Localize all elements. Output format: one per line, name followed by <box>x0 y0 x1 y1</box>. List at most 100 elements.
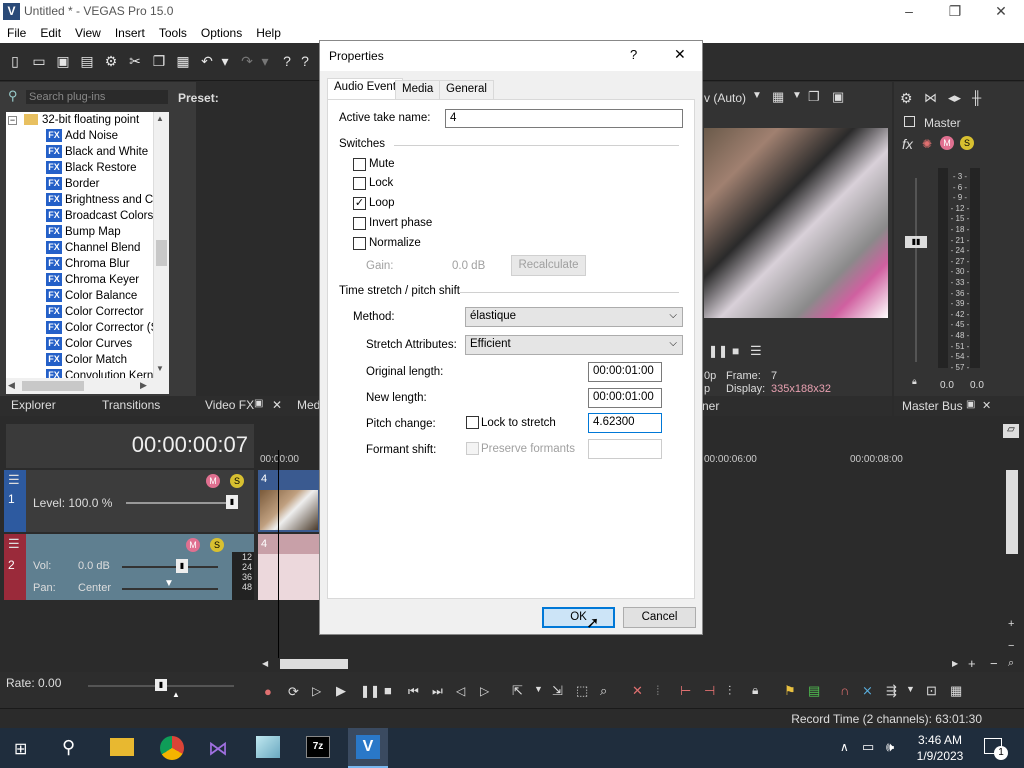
list-item[interactable]: FX Color Balance <box>46 288 137 304</box>
event-fx-icon[interactable]: ▦ <box>950 683 962 699</box>
scroll-thumb[interactable] <box>156 240 167 266</box>
timeline-hscroll[interactable]: ◀ ▶ <box>262 658 962 670</box>
chevron-down-icon[interactable]: ▼ <box>906 684 915 694</box>
tree-horizontal-scrollbar[interactable]: ◀ ▶ <box>6 378 169 394</box>
menu-edit[interactable]: Edit <box>33 23 68 40</box>
help-pointer-icon[interactable]: ? <box>278 52 296 70</box>
list-item[interactable]: FX Chroma Blur <box>46 256 130 272</box>
trim-end-icon[interactable]: ⊣ <box>704 683 715 699</box>
video-event-clip[interactable]: 4 <box>258 470 320 532</box>
stretch-attributes-select[interactable]: Efficient ⌵ <box>465 335 683 355</box>
clock[interactable]: 3:46 AM 1/9/2023 <box>910 732 970 764</box>
mute-checkbox[interactable] <box>353 158 366 171</box>
tab-maximize-icon[interactable]: ▣ <box>254 398 263 409</box>
ripple-edit-icon[interactable]: ⇶ <box>886 683 897 699</box>
lock-icon[interactable]: 🔒︎ <box>752 683 758 698</box>
solo-icon[interactable]: S <box>210 538 224 552</box>
playhead-cursor[interactable] <box>278 450 279 670</box>
menu-tools[interactable]: Tools <box>152 23 194 40</box>
whats-this-icon[interactable]: ? <box>296 52 314 70</box>
marker-bar-icon[interactable]: ▱ <box>1003 424 1019 438</box>
chevron-down-icon[interactable]: ▼ <box>752 90 762 101</box>
tab-general[interactable]: General <box>439 80 494 100</box>
tab-audio-event[interactable]: Audio Event <box>327 78 404 100</box>
menu-help[interactable]: Help <box>249 23 288 40</box>
vegas-taskbar-button[interactable]: V <box>348 728 388 768</box>
invert-phase-checkbox[interactable] <box>353 217 366 230</box>
zoom-out-horizontal-icon[interactable]: − <box>990 656 998 671</box>
audio-track[interactable]: ☰ 2 M S Vol: 0.0 dB ▮ Pan: Center ▼ <box>4 534 254 600</box>
7zip-icon[interactable]: 7z <box>306 736 330 758</box>
video-track[interactable]: ☰ 1 M S Level: 100.0 % ▮ <box>4 470 254 532</box>
track-menu-icon[interactable]: ☰ <box>8 536 20 552</box>
normalize-checkbox[interactable] <box>353 237 366 250</box>
close-window-button[interactable]: ✕ <box>978 0 1024 23</box>
menu-insert[interactable]: Insert <box>108 23 152 40</box>
scroll-left-icon[interactable]: ◀ <box>8 380 15 391</box>
file-explorer-icon[interactable] <box>110 738 134 756</box>
level-slider-track[interactable] <box>126 502 234 504</box>
lock-icon[interactable]: 🔒︎ <box>912 376 917 387</box>
list-item[interactable]: FX Broadcast Colors <box>46 208 153 224</box>
next-frame-icon[interactable]: ▷ <box>480 684 489 698</box>
pitch-change-input[interactable]: 4.62300 <box>588 413 662 433</box>
master-checkbox[interactable] <box>904 116 915 127</box>
list-item[interactable]: FX Black and White <box>46 144 148 160</box>
timeline-vscroll-thumb[interactable] <box>1006 470 1018 554</box>
list-item[interactable]: FX Add Noise <box>46 128 118 144</box>
mute-icon[interactable]: M <box>206 474 220 488</box>
list-item[interactable]: FX Brightness and Co <box>46 192 160 208</box>
tab-close-icon[interactable]: ✕ <box>272 398 282 412</box>
list-item[interactable]: FX Bump Map <box>46 224 121 240</box>
snapping-icon[interactable]: ∩ <box>840 683 849 698</box>
scroll-left-icon[interactable]: ◀ <box>262 659 268 668</box>
automation-icon[interactable]: ✺ <box>922 137 932 151</box>
paste-icon[interactable]: ▦ <box>174 52 192 70</box>
scroll-right-icon[interactable]: ▶ <box>952 659 958 668</box>
cut-icon[interactable]: ✂ <box>126 52 144 70</box>
record-icon[interactable]: ● <box>264 684 272 699</box>
previous-frame-icon[interactable]: ◁ <box>456 684 465 698</box>
mixer-settings-icon[interactable]: ╫ <box>972 90 981 105</box>
track-menu-icon[interactable]: ☰ <box>8 472 20 488</box>
list-item[interactable]: FX Convolution Kerne <box>46 368 160 378</box>
play-icon[interactable]: ▶ <box>336 683 346 699</box>
audio-event-clip[interactable]: 4 <box>258 534 320 600</box>
scroll-up-icon[interactable]: ▲ <box>156 114 164 123</box>
list-item[interactable]: FX Chroma Keyer <box>46 272 139 288</box>
copy-snapshot-icon[interactable]: ❐ <box>808 89 820 105</box>
tab-master-bus[interactable]: Master Bus <box>902 399 963 413</box>
selection-tool-icon[interactable]: ⬚ <box>576 683 588 699</box>
lock-to-stretch-checkbox[interactable] <box>466 416 479 429</box>
list-item[interactable]: FX Channel Blend <box>46 240 140 256</box>
gear-icon[interactable]: ⚙ <box>900 90 913 107</box>
downmix-icon[interactable]: ◂▸ <box>948 90 961 106</box>
copy-icon[interactable]: ❐ <box>150 52 168 70</box>
pause-icon[interactable]: ❚❚ <box>360 684 380 698</box>
region-icon[interactable]: ▤ <box>808 683 820 699</box>
original-length-input[interactable]: 00:00:01:00 <box>588 362 662 382</box>
play-from-start-icon[interactable]: ▷ <box>312 684 321 698</box>
new-file-icon[interactable]: ▯ <box>6 52 24 70</box>
fx-chain-icon[interactable]: fx <box>902 136 913 152</box>
solo-icon[interactable]: S <box>960 136 974 150</box>
zoom-out-vertical-icon[interactable]: − <box>1008 640 1014 652</box>
menu-view[interactable]: View <box>68 23 108 40</box>
mute-icon[interactable]: M <box>186 538 200 552</box>
rate-slider-handle[interactable]: ▮ <box>155 679 167 691</box>
save-icon[interactable]: ▣ <box>54 52 72 70</box>
pan-slider-handle[interactable]: ▼ <box>164 578 174 589</box>
windows-start-icon[interactable]: ⊞ <box>14 739 27 759</box>
delete-icon[interactable]: ✕ <box>632 683 643 699</box>
stop-icon[interactable]: ■ <box>732 344 739 358</box>
tab-preview-partial[interactable]: ner <box>702 399 719 413</box>
show-hidden-icons-icon[interactable]: ∧ <box>840 740 849 754</box>
network-icon[interactable]: ▭ <box>862 739 874 755</box>
auto-crossfade-icon[interactable]: ⨯ <box>862 683 873 699</box>
undo-icon[interactable]: ↶ <box>198 52 216 70</box>
vol-slider-handle[interactable]: ▮ <box>176 559 188 573</box>
undo-dropdown-icon[interactable]: ▾ <box>216 52 234 70</box>
normal-edit-tool-icon[interactable]: ⇱ <box>512 683 523 699</box>
chevron-down-icon[interactable]: ▼ <box>792 90 802 101</box>
method-select[interactable]: élastique ⌵ <box>465 307 683 327</box>
